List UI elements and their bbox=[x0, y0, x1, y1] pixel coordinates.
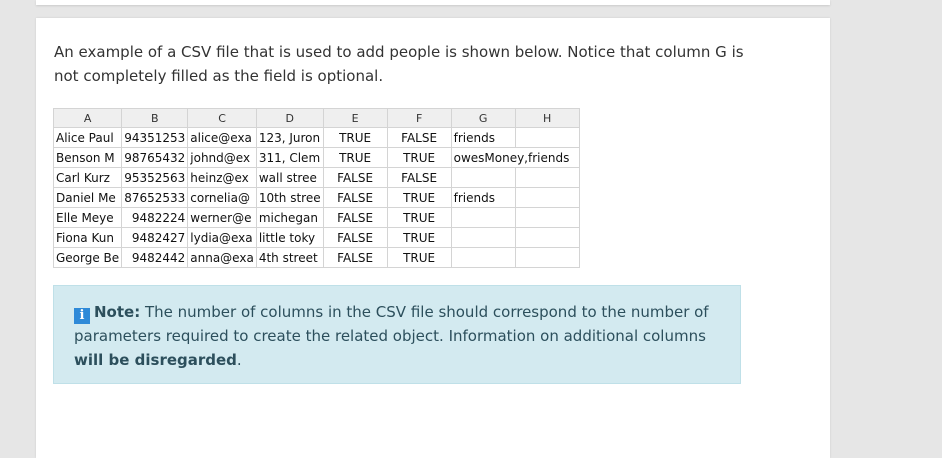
intro-paragraph: An example of a CSV file that is used to… bbox=[54, 43, 744, 85]
email-cell: alice@exa bbox=[187, 127, 257, 148]
column-header-row: A B C D E F G H bbox=[52, 108, 580, 128]
bool-cell: TRUE bbox=[386, 187, 452, 208]
address-cell: 311, Clem bbox=[255, 147, 324, 168]
phone-cell: 95352563 bbox=[121, 167, 189, 188]
tags-cell: owesMoney,friends bbox=[450, 147, 580, 168]
bool-cell: TRUE bbox=[386, 227, 452, 248]
info-icon: i bbox=[74, 308, 90, 324]
column-header: A bbox=[52, 108, 123, 128]
address-cell: wall stree bbox=[255, 167, 324, 188]
empty-cell bbox=[514, 127, 580, 148]
note-label: Note: bbox=[94, 303, 141, 321]
empty-cell bbox=[514, 247, 580, 268]
tags-cell bbox=[450, 227, 516, 248]
note-emphasis: will be disregarded bbox=[74, 351, 237, 369]
phone-cell: 94351253 bbox=[121, 127, 189, 148]
email-cell: anna@exa bbox=[187, 247, 257, 268]
empty-cell bbox=[514, 187, 580, 208]
address-cell: 123, Juron bbox=[255, 127, 324, 148]
address-cell: little toky bbox=[255, 227, 324, 248]
table-row: George Be 9482442 anna@exa 4th street FA… bbox=[52, 247, 580, 268]
bool-cell: TRUE bbox=[322, 147, 388, 168]
column-header: E bbox=[322, 108, 388, 128]
email-cell: heinz@ex bbox=[187, 167, 257, 188]
bool-cell: FALSE bbox=[322, 207, 388, 228]
email-cell: lydia@exa bbox=[187, 227, 257, 248]
name-cell: Carl Kurz bbox=[52, 167, 123, 188]
note-body: The number of columns in the CSV file sh… bbox=[74, 303, 709, 345]
name-cell: Benson M bbox=[52, 147, 123, 168]
previous-card bbox=[36, 0, 830, 5]
bool-cell: FALSE bbox=[386, 127, 452, 148]
column-header: B bbox=[121, 108, 189, 128]
address-cell: 10th stree bbox=[255, 187, 324, 208]
bool-cell: TRUE bbox=[386, 247, 452, 268]
phone-cell: 9482442 bbox=[121, 247, 189, 268]
table-row: Alice Paul 94351253 alice@exa 123, Juron… bbox=[52, 127, 580, 148]
empty-cell bbox=[514, 207, 580, 228]
table-row: Elle Meye 9482224 werner@e michegan FALS… bbox=[52, 207, 580, 228]
tags-cell bbox=[450, 247, 516, 268]
csv-spreadsheet: A B C D E F G H Alice Paul 94351253 alic… bbox=[52, 108, 580, 268]
bool-cell: FALSE bbox=[322, 187, 388, 208]
column-header: G bbox=[450, 108, 516, 128]
note-callout: i Note: The number of columns in the CSV … bbox=[53, 285, 741, 384]
table-row: Fiona Kun 9482427 lydia@exa little toky … bbox=[52, 227, 580, 248]
name-cell: Daniel Me bbox=[52, 187, 123, 208]
table-row: Benson M 98765432 johnd@ex 311, Clem TRU… bbox=[52, 147, 580, 168]
empty-cell bbox=[514, 167, 580, 188]
column-header: H bbox=[514, 108, 580, 128]
email-cell: johnd@ex bbox=[187, 147, 257, 168]
empty-cell bbox=[514, 227, 580, 248]
phone-cell: 9482224 bbox=[121, 207, 189, 228]
tags-cell: friends bbox=[450, 127, 516, 148]
phone-cell: 98765432 bbox=[121, 147, 189, 168]
tags-cell bbox=[450, 207, 516, 228]
address-cell: 4th street bbox=[255, 247, 324, 268]
name-cell: Fiona Kun bbox=[52, 227, 123, 248]
bool-cell: FALSE bbox=[322, 247, 388, 268]
column-header: F bbox=[386, 108, 452, 128]
column-header: C bbox=[187, 108, 257, 128]
bool-cell: FALSE bbox=[386, 167, 452, 188]
bool-cell: FALSE bbox=[322, 167, 388, 188]
name-cell: George Be bbox=[52, 247, 123, 268]
column-header: D bbox=[255, 108, 324, 128]
note-end: . bbox=[236, 351, 242, 369]
bool-cell: TRUE bbox=[322, 127, 388, 148]
tags-cell bbox=[450, 167, 516, 188]
table-row: Daniel Me 87652533 cornelia@ 10th stree … bbox=[52, 187, 580, 208]
phone-cell: 87652533 bbox=[121, 187, 189, 208]
table-row: Carl Kurz 95352563 heinz@ex wall stree F… bbox=[52, 167, 580, 188]
tags-cell: friends bbox=[450, 187, 516, 208]
bool-cell: TRUE bbox=[386, 207, 452, 228]
email-cell: werner@e bbox=[187, 207, 257, 228]
name-cell: Alice Paul bbox=[52, 127, 123, 148]
note-text: i Note: The number of columns in the CSV … bbox=[74, 300, 714, 372]
name-cell: Elle Meye bbox=[52, 207, 123, 228]
bool-cell: FALSE bbox=[322, 227, 388, 248]
phone-cell: 9482427 bbox=[121, 227, 189, 248]
bool-cell: TRUE bbox=[386, 147, 452, 168]
address-cell: michegan bbox=[255, 207, 324, 228]
email-cell: cornelia@ bbox=[187, 187, 257, 208]
